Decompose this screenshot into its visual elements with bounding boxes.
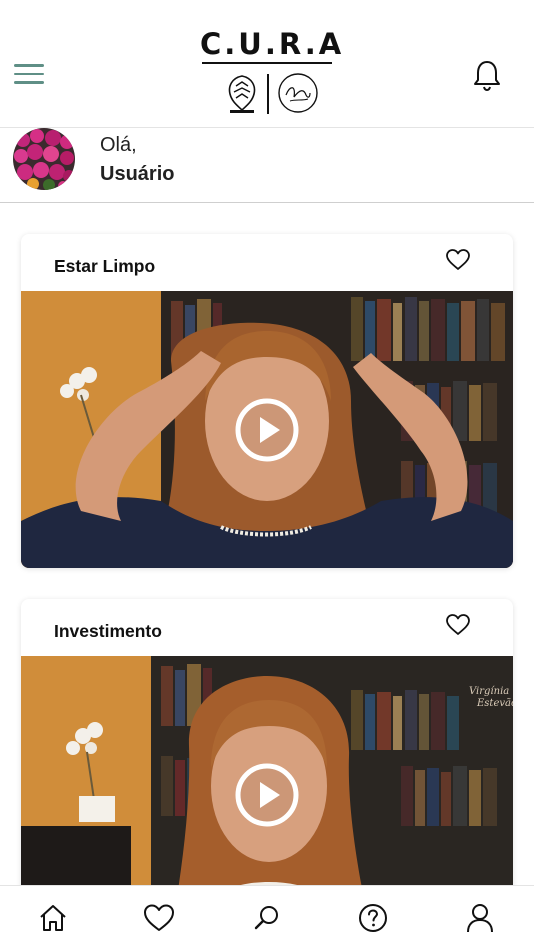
play-icon bbox=[235, 763, 299, 827]
video-thumbnail[interactable] bbox=[21, 291, 513, 568]
avatar[interactable] bbox=[13, 128, 75, 190]
tab-profile[interactable] bbox=[462, 900, 498, 936]
bottom-tab-bar bbox=[0, 885, 534, 950]
help-icon bbox=[359, 904, 387, 932]
hamburger-menu-icon bbox=[14, 64, 48, 84]
play-icon bbox=[235, 398, 299, 462]
play-button[interactable] bbox=[234, 762, 300, 828]
user-name: Usuário bbox=[100, 163, 175, 185]
video-title: Estar Limpo bbox=[54, 256, 156, 276]
app-header: C.U.R.A bbox=[0, 0, 534, 128]
svg-text:Estevão: Estevão bbox=[476, 698, 513, 709]
bell-icon bbox=[474, 61, 500, 92]
video-card[interactable]: Investimento Virgínia Estevão bbox=[21, 599, 513, 885]
svg-text:Virgínia: Virgínia bbox=[469, 686, 509, 697]
tab-search[interactable] bbox=[249, 900, 285, 936]
menu-button[interactable] bbox=[14, 64, 48, 90]
heart-outline-icon bbox=[446, 249, 470, 270]
video-thumbnail[interactable]: Virgínia Estevão bbox=[21, 656, 513, 885]
home-icon bbox=[40, 905, 66, 931]
tab-favorites[interactable] bbox=[141, 900, 177, 936]
greeting-section: Olá, Usuário bbox=[0, 128, 534, 203]
search-icon bbox=[254, 906, 278, 930]
notifications-button[interactable] bbox=[472, 58, 502, 92]
logo-text: C.U.R.A bbox=[200, 27, 345, 61]
video-title: Investimento bbox=[54, 621, 162, 641]
heart-outline-icon bbox=[446, 614, 470, 635]
favorite-button[interactable] bbox=[445, 613, 471, 637]
tab-home[interactable] bbox=[35, 900, 71, 936]
play-button[interactable] bbox=[234, 397, 300, 463]
video-feed[interactable]: Estar Limpo Investimento Virgínia Estevã… bbox=[0, 204, 534, 885]
church-emblem-icon bbox=[228, 74, 256, 113]
profile-icon bbox=[467, 904, 493, 933]
signature-seal-icon bbox=[278, 72, 318, 113]
favorite-button[interactable] bbox=[445, 248, 471, 272]
video-card[interactable]: Estar Limpo bbox=[21, 234, 513, 568]
app-logo: C.U.R.A bbox=[200, 27, 345, 118]
heart-icon bbox=[144, 904, 174, 931]
greeting-hello: Olá, bbox=[100, 134, 137, 156]
tab-help[interactable] bbox=[355, 900, 391, 936]
